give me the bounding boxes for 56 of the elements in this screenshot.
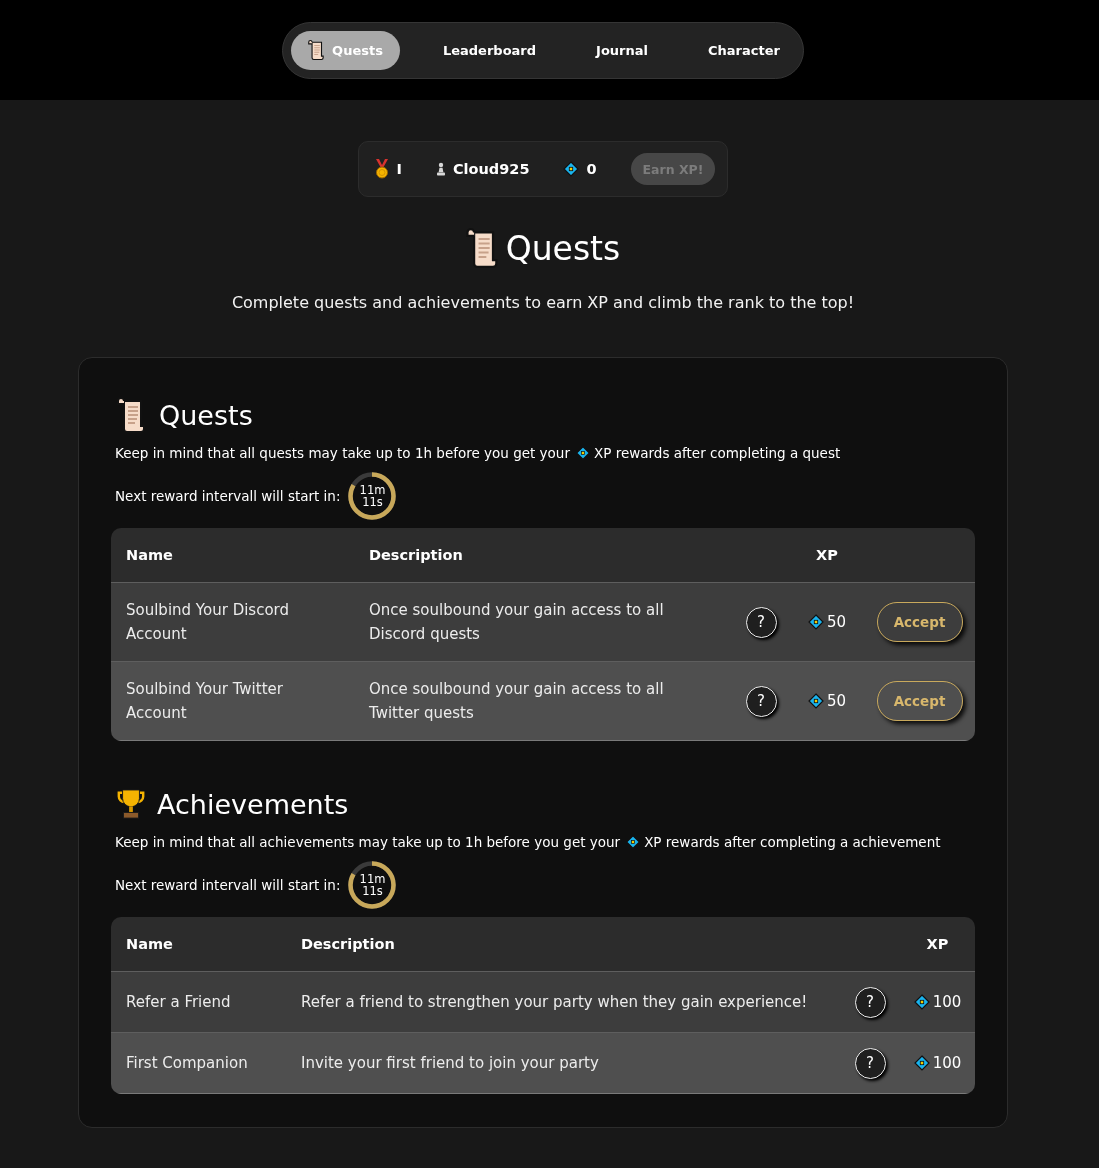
column-header: XP — [926, 936, 949, 952]
diamond-icon — [913, 1055, 930, 1071]
medal-icon — [373, 159, 390, 179]
note-text: Keep in mind that all quests may take up to 1h before you get your — [115, 444, 570, 463]
column-header: Name — [125, 936, 174, 952]
xp-reward: 50 — [826, 692, 847, 710]
row-description: Refer a friend to strengthen your party when they gain experience! — [301, 992, 809, 1013]
xp-reward: 100 — [932, 1054, 962, 1072]
row-description: Invite your first friend to join your party — [301, 1053, 600, 1074]
username: Cloud925 — [452, 161, 530, 177]
xp-reward: 50 — [826, 613, 847, 631]
column-header: Description — [301, 936, 396, 952]
page-subtitle: Complete quests and achievements to earn XP and climb the rank to the top! — [231, 292, 855, 314]
diamond-icon — [807, 693, 824, 709]
timer-label: Next reward intervall will start in: — [115, 488, 341, 504]
xp-reward: 100 — [932, 993, 962, 1011]
xp-balance: 0 — [586, 161, 597, 177]
column-header: Description — [369, 547, 464, 563]
help-button[interactable]: ? — [854, 1047, 886, 1079]
row-name: Soulbind Your Discord Account — [125, 600, 291, 645]
page-title: Quests — [505, 228, 621, 268]
column-header: XP — [816, 547, 838, 563]
diamond-icon — [913, 994, 930, 1010]
nav-tab[interactable]: Leaderboard — [425, 30, 554, 70]
countdown-ring — [348, 472, 397, 520]
diamond-icon — [563, 161, 580, 177]
help-button[interactable]: ? — [745, 685, 777, 717]
note-text: Keep in mind that all achievements may take up to 1h before you get your — [115, 833, 621, 852]
section-title: Achievements — [157, 788, 349, 820]
row-name: Refer a Friend — [125, 992, 232, 1013]
row-name: Soulbind Your Twitter Account — [125, 679, 284, 724]
countdown-seconds: 11s — [362, 885, 383, 897]
section-title: Quests — [159, 399, 253, 431]
timer-label: Next reward intervall will start in: — [115, 877, 341, 893]
scroll-icon — [308, 40, 326, 60]
nav-tab[interactable]: Character — [691, 30, 797, 70]
row-description: Once soulbound your gain access to all Twitter quests — [369, 679, 665, 724]
trophy-icon — [116, 788, 146, 820]
row-name: First Companion — [125, 1053, 249, 1074]
help-button[interactable]: ? — [745, 606, 777, 638]
diamond-icon — [576, 446, 590, 460]
note-text: XP rewards after completing a achievement — [644, 833, 941, 852]
row-description: Once soulbound your gain access to all Discord quests — [369, 600, 665, 645]
diamond-icon — [626, 835, 641, 849]
countdown-minutes: 11m — [359, 873, 386, 885]
countdown-ring — [348, 861, 397, 909]
diamond-icon — [807, 614, 824, 630]
column-header: Name — [125, 547, 174, 563]
countdown-minutes: 11m — [359, 484, 386, 496]
note-text: XP rewards after completing a quest — [594, 444, 841, 463]
countdown-seconds: 11s — [362, 496, 383, 508]
rank-label: I — [396, 161, 402, 177]
nav-tab[interactable]: Journal — [579, 30, 665, 70]
help-button[interactable]: ? — [854, 986, 886, 1018]
scroll-icon — [465, 228, 500, 268]
pawn-icon — [435, 162, 446, 176]
